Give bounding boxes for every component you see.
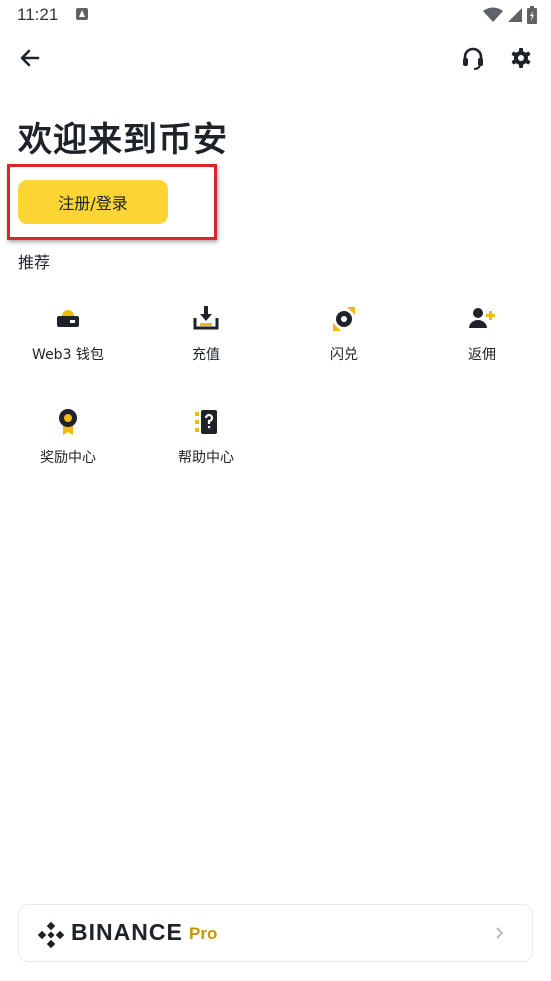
shortcut-web3-wallet[interactable]: Web3 钱包: [8, 304, 128, 384]
status-bar: 11:21: [0, 0, 551, 30]
settings-button[interactable]: [507, 44, 535, 72]
gear-icon: [511, 48, 531, 68]
status-icons: [483, 6, 537, 24]
chevron-right-icon: [496, 927, 504, 939]
welcome-title: 欢迎来到币安: [18, 120, 228, 160]
recommend-section-title: 推荐: [18, 253, 51, 272]
referral-icon: [469, 308, 495, 328]
status-time: 11:21: [17, 5, 59, 24]
binance-brand-text: BINANCE: [71, 919, 183, 945]
shortcut-label: 返佣: [468, 347, 496, 363]
wifi-icon: [483, 7, 503, 22]
binance-pro-card[interactable]: BINANCE Pro: [18, 904, 533, 962]
deposit-icon: [193, 306, 219, 330]
shortcut-label: 帮助中心: [178, 450, 234, 466]
shortcut-referral[interactable]: 返佣: [422, 304, 542, 384]
pro-label: Pro: [189, 924, 218, 943]
help-icon: [195, 410, 217, 434]
shortcut-label: 奖励中心: [40, 450, 96, 466]
headset-icon: [463, 47, 483, 70]
back-button[interactable]: [16, 44, 44, 72]
shortcut-label: 充值: [192, 347, 220, 363]
battery-icon: [527, 6, 537, 24]
top-bar: [0, 38, 551, 78]
customer-support-button[interactable]: [459, 44, 487, 72]
shortcut-help-center[interactable]: 帮助中心: [146, 407, 266, 487]
wallet-icon: [57, 310, 79, 327]
convert-icon: [333, 307, 355, 331]
shortcut-deposit[interactable]: 充值: [146, 304, 266, 384]
reward-icon: [59, 409, 77, 435]
register-login-button[interactable]: 注册/登录: [18, 180, 168, 224]
shortcut-convert[interactable]: 闪兑: [284, 304, 404, 384]
shortcut-label: 闪兑: [330, 347, 358, 363]
signal-icon: [508, 8, 522, 22]
shortcut-reward-center[interactable]: 奖励中心: [8, 407, 128, 487]
notification-a-icon: [76, 8, 88, 20]
binance-logo-icon: [37, 921, 65, 949]
shortcut-label: Web3 钱包: [32, 347, 104, 363]
back-arrow-icon: [20, 49, 40, 67]
